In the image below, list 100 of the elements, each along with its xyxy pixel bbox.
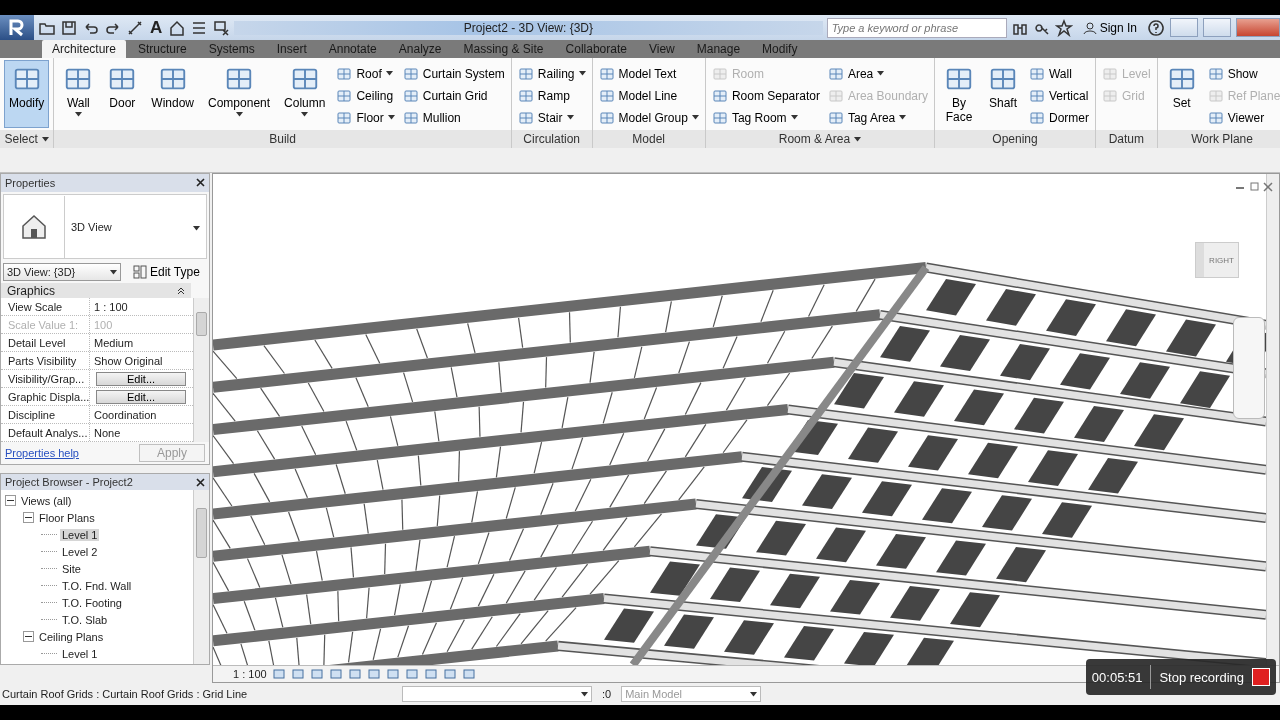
view-control-icon[interactable] xyxy=(424,668,438,680)
ribbon-tool-button[interactable]: Wall xyxy=(58,60,99,128)
view-control-icon[interactable] xyxy=(386,668,400,680)
help-icon[interactable] xyxy=(1147,18,1165,37)
caret-icon[interactable] xyxy=(578,71,586,76)
application-menu-button[interactable] xyxy=(0,15,34,40)
collapse-icon[interactable] xyxy=(177,286,185,295)
caret-icon[interactable] xyxy=(193,225,200,231)
stop-recording-button[interactable]: Stop recording xyxy=(1159,669,1244,685)
stop-icon[interactable] xyxy=(1252,668,1270,686)
ribbon-tool-button[interactable]: Model Line xyxy=(596,86,701,105)
caret-icon[interactable] xyxy=(41,136,49,142)
view-control-icon[interactable] xyxy=(291,668,305,680)
ribbon-tool-button[interactable]: Model Group xyxy=(596,108,701,127)
ribbon-tool-button[interactable]: Floor xyxy=(334,108,397,127)
view-control-icon[interactable] xyxy=(348,668,362,680)
measure-icon[interactable] xyxy=(126,18,144,37)
close-views-icon[interactable] xyxy=(212,18,231,37)
caret-icon[interactable] xyxy=(385,71,393,76)
ribbon-tool-button[interactable]: Vertical xyxy=(1027,86,1091,105)
ribbon-tool-button[interactable]: Tag Room xyxy=(709,108,822,127)
close-icon[interactable] xyxy=(196,477,205,487)
ribbon-tool-button[interactable]: Curtain Grid xyxy=(400,86,507,105)
ribbon-tab[interactable]: Manage xyxy=(686,40,751,58)
tree-item[interactable]: T.O. Fnd. Wall xyxy=(60,579,134,592)
view-control-icon[interactable] xyxy=(329,668,343,680)
collapse-icon[interactable] xyxy=(5,495,16,506)
view-control-icon[interactable] xyxy=(443,668,457,680)
help-link[interactable]: Properties help xyxy=(5,447,79,460)
edit-type-button[interactable]: Edit Type xyxy=(127,264,206,281)
tree-item[interactable]: Views (all) xyxy=(19,494,74,507)
tree-item[interactable]: Level 1 xyxy=(60,528,100,541)
ribbon-tool-button[interactable]: By Face xyxy=(939,60,979,128)
ribbon-tab[interactable]: Insert xyxy=(266,40,317,58)
ribbon-tool-button[interactable]: Tag Area xyxy=(825,108,930,127)
scrollbar[interactable] xyxy=(193,298,209,443)
scrollbar[interactable] xyxy=(193,490,209,664)
caret-icon[interactable] xyxy=(877,71,885,76)
ribbon-tool-button[interactable]: Roof xyxy=(334,64,397,83)
view-control-icon[interactable] xyxy=(272,668,286,680)
ribbon-tool-button[interactable]: Viewer xyxy=(1205,108,1280,127)
star-icon[interactable] xyxy=(1054,18,1073,37)
caret-icon[interactable] xyxy=(387,115,395,120)
edit-button[interactable]: Edit... xyxy=(96,371,186,386)
ribbon-tab[interactable]: Structure xyxy=(128,40,197,58)
ribbon-tool-button[interactable]: Window xyxy=(146,60,200,128)
ribbon-tool-button[interactable]: Model Text xyxy=(596,64,701,83)
caret-icon[interactable] xyxy=(750,691,758,697)
collapse-icon[interactable] xyxy=(23,512,34,523)
ribbon-tab[interactable]: Architecture xyxy=(42,40,127,58)
view-control-icon[interactable] xyxy=(405,668,419,680)
caret-icon[interactable] xyxy=(301,112,309,117)
view-scale[interactable]: 1 : 100 xyxy=(233,668,267,680)
collapse-icon[interactable] xyxy=(23,631,34,642)
ribbon-tool-button[interactable]: Set xyxy=(1161,60,1202,128)
ribbon-tab[interactable]: Massing & Site xyxy=(453,40,554,58)
ribbon-tool-button[interactable]: Area xyxy=(825,64,930,83)
ribbon-tool-button[interactable]: Railing xyxy=(515,64,588,83)
ribbon-tool-button[interactable]: Mullion xyxy=(400,108,507,127)
view-control-icon[interactable] xyxy=(310,668,324,680)
tree-item[interactable]: Site xyxy=(60,562,83,575)
restore-icon[interactable] xyxy=(1249,182,1259,192)
ribbon-tab[interactable]: Analyze xyxy=(388,40,452,58)
save-icon[interactable] xyxy=(60,18,78,37)
ribbon-tool-button[interactable]: Wall xyxy=(1027,64,1091,83)
caret-icon[interactable] xyxy=(566,115,574,120)
close-icon[interactable] xyxy=(196,178,205,188)
caret-icon[interactable] xyxy=(74,112,82,117)
ribbon-tab[interactable]: Modify xyxy=(752,40,808,58)
ribbon-tool-button[interactable]: Modify xyxy=(4,60,50,128)
ribbon-tool-button[interactable]: Ramp xyxy=(515,86,588,105)
tree-item[interactable]: Level 2 xyxy=(60,545,100,558)
type-selector[interactable]: 3D View xyxy=(3,193,207,260)
edit-button[interactable]: Edit... xyxy=(96,389,186,404)
ribbon-tool-button[interactable]: Door xyxy=(102,60,143,128)
search-field[interactable]: Type a keyword or phrase xyxy=(826,17,1007,38)
view-control-icon[interactable] xyxy=(462,668,476,680)
caret-icon[interactable] xyxy=(691,115,699,120)
caret-icon[interactable] xyxy=(581,691,588,697)
tree-item[interactable]: Ceiling Plans xyxy=(37,630,106,643)
text-tool-icon[interactable]: A xyxy=(148,17,165,38)
ribbon-tab[interactable]: Collaborate xyxy=(555,40,637,58)
house-icon[interactable] xyxy=(168,18,187,37)
view-cube[interactable]: RIGHT xyxy=(1195,242,1239,278)
caret-icon[interactable] xyxy=(235,112,243,117)
sign-in-button[interactable]: Sign In xyxy=(1076,20,1143,35)
tree-item[interactable]: Floor Plans xyxy=(37,511,97,524)
ribbon-tab[interactable]: Systems xyxy=(198,40,265,58)
ribbon-tool-button[interactable]: Component xyxy=(203,60,276,128)
tree-item[interactable]: T.O. Slab xyxy=(60,613,110,626)
ribbon-tool-button[interactable]: Room Separator xyxy=(709,86,822,105)
caret-icon[interactable] xyxy=(854,136,862,142)
ribbon-tool-button[interactable]: Dormer xyxy=(1027,108,1091,127)
tree-item[interactable]: T.O. Footing xyxy=(60,596,124,609)
ribbon-tool-button[interactable]: Column xyxy=(279,60,331,128)
ribbon-tool-button[interactable]: Show xyxy=(1205,64,1280,83)
ribbon-tab[interactable]: Annotate xyxy=(318,40,387,58)
caret-icon[interactable] xyxy=(110,269,117,275)
instance-dropdown[interactable]: 3D View: {3D} xyxy=(3,263,121,282)
ribbon-tool-button[interactable]: Stair xyxy=(515,108,588,127)
